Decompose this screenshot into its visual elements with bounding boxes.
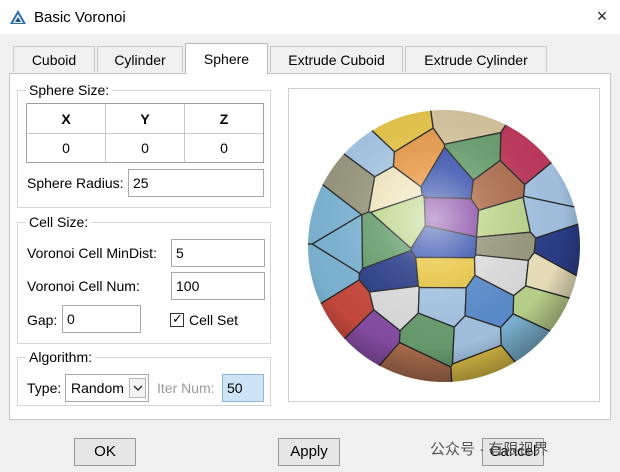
type-label: Type: [27, 380, 62, 396]
tab-extrude-cylinder[interactable]: Extrude Cylinder [405, 46, 547, 72]
center-y-cell[interactable]: 0 [106, 134, 185, 162]
cell-mindist-label: Voronoi Cell MinDist: [27, 245, 157, 261]
sphere-radius-input[interactable] [128, 169, 264, 197]
title-bar: Basic Voronoi × [0, 0, 620, 34]
column-header-y: Y [106, 104, 185, 134]
iter-num-label: Iter Num: [157, 380, 215, 396]
sphere-size-legend: Sphere Size: [26, 82, 113, 98]
watermark-text: 公众号 · 有限视界 [430, 441, 549, 458]
gap-label: Gap: [27, 312, 58, 328]
sphere-radius-label: Sphere Radius: [27, 175, 124, 191]
algorithm-type-value: Random [71, 380, 124, 396]
algorithm-type-select[interactable]: Random [65, 374, 149, 402]
cell-num-label: Voronoi Cell Num: [27, 278, 140, 294]
column-header-z: Z [185, 104, 263, 134]
close-icon[interactable]: × [590, 4, 614, 28]
ok-button[interactable]: OK [74, 438, 136, 466]
tab-extrude-cuboid[interactable]: Extrude Cuboid [270, 46, 403, 72]
voronoi-preview[interactable] [288, 88, 600, 402]
voronoi-sphere-image [308, 110, 580, 382]
cell-set-checkbox[interactable]: ✓ [170, 311, 184, 327]
cell-num-input[interactable] [171, 272, 265, 300]
center-x-cell[interactable]: 0 [27, 134, 106, 162]
checkmark-icon: ✓ [172, 311, 183, 326]
cell-mindist-input[interactable] [171, 239, 265, 267]
dropdown-button[interactable] [129, 378, 146, 398]
apply-button[interactable]: Apply [278, 438, 340, 466]
cell-size-legend: Cell Size: [26, 214, 92, 230]
chevron-down-icon [133, 385, 143, 392]
tab-cuboid[interactable]: Cuboid [13, 46, 95, 72]
column-header-x: X [27, 104, 106, 134]
algorithm-legend: Algorithm: [26, 349, 96, 365]
gap-input[interactable] [62, 305, 141, 333]
abaqus-logo-icon [10, 10, 26, 24]
window-title: Basic Voronoi [34, 9, 126, 26]
tab-sphere[interactable]: Sphere [185, 43, 268, 74]
tab-cylinder[interactable]: Cylinder [97, 46, 183, 72]
sphere-center-grid: X Y Z 0 0 0 [26, 103, 264, 163]
center-z-cell[interactable]: 0 [185, 134, 263, 162]
iter-num-input[interactable] [222, 374, 264, 402]
cell-set-label: Cell Set [189, 312, 239, 328]
